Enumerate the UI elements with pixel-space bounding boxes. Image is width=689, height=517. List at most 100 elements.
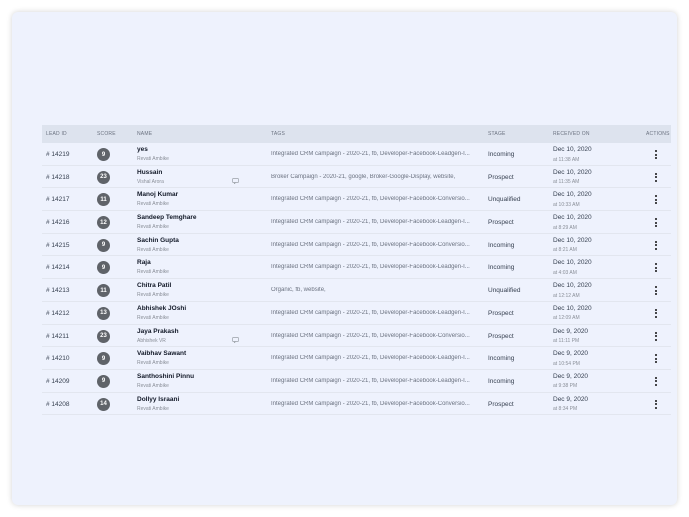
- received-time: at 9:38 PM: [553, 383, 578, 390]
- table-row[interactable]: # 14218 23 Hussain Vishal Arora Broker C…: [42, 166, 671, 189]
- received-time: at 4:03 AM: [553, 269, 577, 276]
- received-time: at 12:12 AM: [553, 292, 580, 299]
- more-actions-icon[interactable]: [653, 195, 659, 205]
- received-time: at 11:35 AM: [553, 179, 580, 186]
- table-row[interactable]: # 14216 12 Sandeep Temghare Revati Ambik…: [42, 211, 671, 234]
- lead-stage: Prospect: [488, 219, 514, 227]
- lead-owner: Revati Ambike: [137, 382, 169, 389]
- lead-id: # 14214: [46, 264, 70, 272]
- table-row[interactable]: # 14215 9 Sachin Gupta Revati Ambike Int…: [42, 234, 671, 257]
- table-row[interactable]: # 14209 9 Santhoshini Pinnu Revati Ambik…: [42, 370, 671, 393]
- header-received-on[interactable]: RECEIVED ON: [553, 131, 590, 137]
- lead-owner: Abhishek VR: [137, 337, 166, 344]
- received-date: Dec 10, 2020: [553, 191, 592, 199]
- received-time: at 11:38 AM: [553, 156, 580, 163]
- received-date: Dec 10, 2020: [553, 236, 592, 244]
- lead-owner: Vishal Arora: [137, 178, 164, 185]
- table-row[interactable]: # 14214 9 Raja Revati Ambike Integrated …: [42, 256, 671, 280]
- lead-owner: Revati Ambike: [137, 405, 169, 412]
- table-row[interactable]: # 14212 13 Abhishek JOshi Revati Ambike …: [42, 302, 671, 325]
- more-actions-icon[interactable]: [653, 286, 659, 296]
- lead-stage: Prospect: [488, 309, 514, 317]
- received-date: Dec 10, 2020: [553, 168, 592, 176]
- received-time: at 10:54 PM: [553, 360, 580, 367]
- lead-tags: Integrated CRM campaign - 2020-21, fb, D…: [271, 241, 470, 248]
- lead-id: # 14211: [46, 332, 70, 340]
- header-tags[interactable]: TAGS: [271, 131, 285, 137]
- lead-tags: Integrated CRM campaign - 2020-21, fb, D…: [271, 309, 470, 316]
- table-row[interactable]: # 14210 9 Vaibhav Sawant Revati Ambike I…: [42, 347, 671, 370]
- header-name[interactable]: NAME: [137, 131, 152, 137]
- table-row[interactable]: # 14217 11 Manoj Kumar Revati Ambike Int…: [42, 188, 671, 212]
- more-actions-icon[interactable]: [653, 263, 659, 273]
- lead-owner: Revati Ambike: [137, 224, 169, 231]
- received-time: at 12:09 AM: [553, 315, 580, 322]
- message-icon[interactable]: [232, 330, 239, 343]
- more-actions-icon[interactable]: [653, 399, 659, 409]
- lead-stage: Prospect: [488, 173, 514, 181]
- received-time: at 11:11 PM: [553, 338, 580, 344]
- received-time: at 10:33 AM: [553, 201, 580, 208]
- lead-name[interactable]: Vaibhav Sawant: [137, 350, 186, 357]
- lead-name[interactable]: Dollyy Israani: [137, 396, 179, 403]
- more-actions-icon[interactable]: [653, 172, 659, 182]
- received-date: Dec 10, 2020: [553, 214, 592, 222]
- lead-owner: Revati Ambike: [137, 292, 169, 299]
- lead-id: # 14212: [46, 309, 70, 317]
- more-actions-icon[interactable]: [653, 331, 659, 341]
- lead-name[interactable]: Santhoshini Pinnu: [137, 373, 194, 380]
- score-badge: 9: [97, 261, 110, 275]
- lead-id: # 14213: [46, 287, 70, 295]
- lead-name[interactable]: Jaya Prakash: [137, 328, 179, 335]
- lead-tags: Integrated CRM campaign - 2020-21, fb, D…: [271, 377, 470, 384]
- lead-id: # 14208: [46, 400, 70, 408]
- lead-tags: Integrated CRM campaign - 2020-21, fb, D…: [271, 219, 470, 226]
- header-stage[interactable]: STAGE: [488, 131, 506, 137]
- message-icon[interactable]: [232, 171, 239, 185]
- lead-owner: Revati Ambike: [137, 314, 169, 321]
- table-row[interactable]: # 14219 9 yes Revati Ambike Integrated C…: [42, 143, 671, 166]
- lead-name[interactable]: Abhishek JOshi: [137, 305, 186, 312]
- more-actions-icon[interactable]: [653, 240, 659, 250]
- lead-owner: Revati Ambike: [137, 246, 169, 253]
- lead-tags: Broker Campaign - 2020-21, google, Broke…: [271, 173, 456, 180]
- lead-tags: Integrated CRM campaign - 2020-21, fb, D…: [271, 400, 470, 407]
- lead-stage: Incoming: [488, 241, 515, 249]
- received-time: at 8:29 AM: [553, 224, 577, 231]
- lead-name[interactable]: Sachin Gupta: [137, 237, 179, 244]
- lead-stage: Incoming: [488, 355, 515, 363]
- leads-table: LEAD ID SCORE NAME TAGS STAGE RECEIVED O…: [42, 125, 671, 416]
- received-date: Dec 9, 2020: [553, 372, 589, 380]
- lead-name[interactable]: Chitra Patil: [137, 282, 171, 289]
- score-badge: 11: [97, 284, 110, 298]
- lead-stage: Unqualified: [488, 196, 521, 204]
- lead-name[interactable]: Hussain: [137, 169, 162, 176]
- lead-owner: Revati Ambike: [137, 201, 169, 208]
- leads-card: LEAD ID SCORE NAME TAGS STAGE RECEIVED O…: [12, 12, 677, 505]
- lead-stage: Incoming: [488, 377, 515, 385]
- received-time: at 8:21 AM: [553, 247, 577, 254]
- table-row[interactable]: # 14213 11 Chitra Patil Revati Ambike Or…: [42, 279, 671, 302]
- table-row[interactable]: # 14211 23 Jaya Prakash Abhishek VR Inte…: [42, 325, 671, 348]
- lead-stage: Prospect: [488, 400, 514, 408]
- header-lead-id[interactable]: LEAD ID: [46, 131, 67, 137]
- header-score[interactable]: SCORE: [97, 131, 116, 137]
- more-actions-icon[interactable]: [653, 218, 659, 228]
- score-badge: 9: [97, 238, 110, 252]
- lead-tags: Organic, fb, website,: [271, 287, 326, 294]
- lead-name[interactable]: yes: [137, 146, 148, 153]
- more-actions-icon[interactable]: [653, 308, 659, 318]
- more-actions-icon[interactable]: [653, 150, 659, 159]
- lead-name[interactable]: Raja: [137, 259, 151, 266]
- more-actions-icon[interactable]: [653, 354, 659, 364]
- lead-owner: Revati Ambike: [137, 269, 169, 276]
- lead-name[interactable]: Sandeep Temghare: [137, 214, 196, 221]
- lead-name[interactable]: Manoj Kumar: [137, 191, 178, 198]
- more-actions-icon[interactable]: [653, 376, 659, 386]
- lead-stage: Incoming: [488, 151, 515, 158]
- score-badge: 14: [97, 397, 110, 411]
- lead-id: # 14217: [46, 196, 70, 204]
- lead-id: # 14210: [46, 355, 70, 363]
- table-row[interactable]: # 14208 14 Dollyy Israani Revati Ambike …: [42, 393, 671, 416]
- table-body: # 14219 9 yes Revati Ambike Integrated C…: [42, 143, 671, 416]
